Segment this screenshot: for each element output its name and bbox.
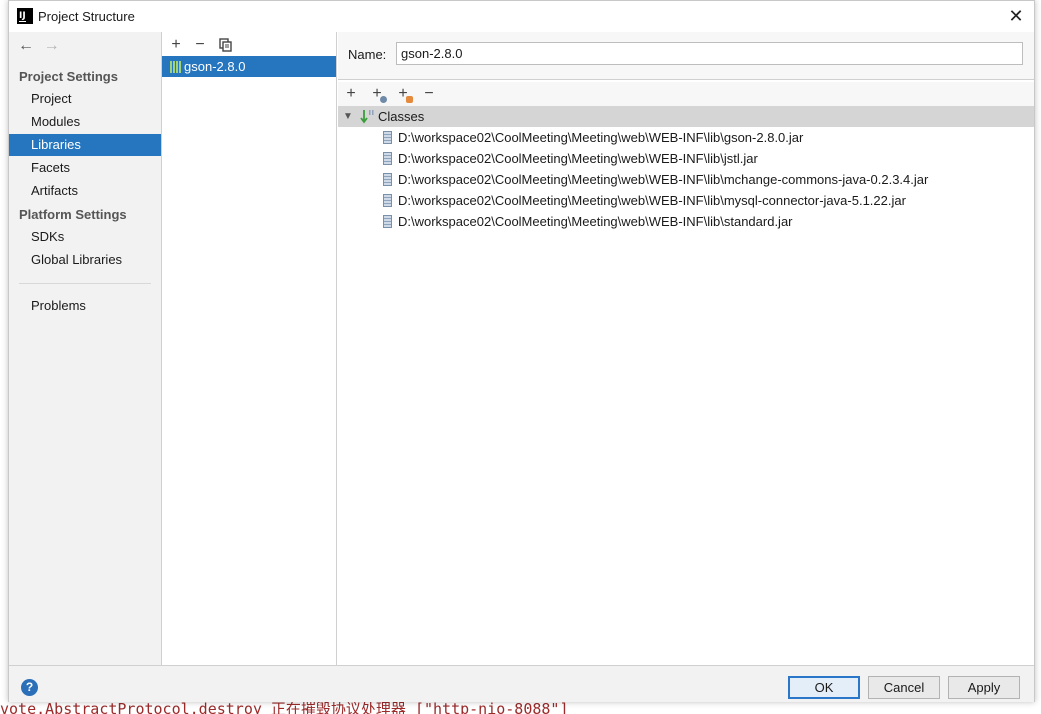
navigation-arrows: ← → <box>15 36 63 56</box>
sidebar-item-modules[interactable]: Modules <box>9 111 161 133</box>
settings-sidebar: ← → Project Settings Project Modules Lib… <box>9 32 162 665</box>
library-detail-panel: Name: + + + − ▼ <box>338 32 1034 665</box>
globe-badge-icon <box>380 96 387 103</box>
minus-icon: − <box>424 85 434 102</box>
sidebar-divider <box>19 283 151 284</box>
orange-badge-icon <box>406 96 413 103</box>
library-item-label: gson-2.8.0 <box>184 59 246 74</box>
cancel-button[interactable]: Cancel <box>868 676 940 699</box>
attach-jar-directories-button[interactable]: + <box>366 84 388 104</box>
name-row: Name: <box>338 32 1034 80</box>
sidebar-item-libraries[interactable]: Libraries <box>9 134 161 156</box>
background-console-line: vote.AbstractProtocol.destroy 正在摧毁协议处理器 … <box>0 702 1041 714</box>
sidebar-item-artifacts[interactable]: Artifacts <box>9 180 161 202</box>
title-bar: IJ Project Structure ✕ <box>9 1 1034 32</box>
plus-icon: + <box>346 85 356 102</box>
jar-file-icon <box>383 131 392 144</box>
jar-file-icon <box>383 194 392 207</box>
tree-root-label: Classes <box>378 109 425 124</box>
forward-arrow-icon[interactable]: → <box>41 36 63 56</box>
jar-row[interactable]: D:\workspace02\CoolMeeting\Meeting\web\W… <box>338 127 1034 148</box>
copy-library-button[interactable] <box>216 35 236 55</box>
chevron-down-icon[interactable]: ▼ <box>342 106 354 127</box>
remove-root-button[interactable]: − <box>418 84 440 104</box>
minus-icon: − <box>195 36 205 53</box>
help-button[interactable]: ? <box>21 679 38 696</box>
close-icon: ✕ <box>1008 6 1024 26</box>
classes-root-icon <box>360 110 374 124</box>
library-item-gson[interactable]: gson-2.8.0 <box>162 56 336 77</box>
jar-file-icon <box>383 152 392 165</box>
remove-library-button[interactable]: − <box>190 35 210 55</box>
background-console-text: vote.AbstractProtocol.destroy 正在摧毁协议处理器 … <box>0 702 569 714</box>
help-icon: ? <box>25 680 34 694</box>
sidebar-item-sdks[interactable]: SDKs <box>9 226 161 248</box>
add-library-button[interactable]: + <box>166 35 186 55</box>
apply-button[interactable]: Apply <box>948 676 1020 699</box>
project-structure-dialog: IJ Project Structure ✕ ← → Project Setti… <box>8 0 1035 702</box>
name-label: Name: <box>348 47 387 62</box>
ok-button[interactable]: OK <box>788 676 860 699</box>
back-arrow-icon[interactable]: ← <box>15 36 37 56</box>
sidebar-item-problems[interactable]: Problems <box>9 295 161 317</box>
attach-other-button[interactable]: + <box>392 84 414 104</box>
libraries-list-panel: + − gson-2.8.0 <box>162 32 337 665</box>
jar-file-icon <box>383 173 392 186</box>
jar-row[interactable]: D:\workspace02\CoolMeeting\Meeting\web\W… <box>338 211 1034 232</box>
classes-toolbar: + + + − <box>338 82 1034 106</box>
jar-path: D:\workspace02\CoolMeeting\Meeting\web\W… <box>398 151 758 166</box>
jar-row[interactable]: D:\workspace02\CoolMeeting\Meeting\web\W… <box>338 148 1034 169</box>
jar-row[interactable]: D:\workspace02\CoolMeeting\Meeting\web\W… <box>338 169 1034 190</box>
library-name-input[interactable] <box>396 42 1023 65</box>
intellij-app-icon: IJ <box>17 8 33 24</box>
jar-path: D:\workspace02\CoolMeeting\Meeting\web\W… <box>398 172 929 187</box>
jar-path: D:\workspace02\CoolMeeting\Meeting\web\W… <box>398 130 804 145</box>
project-settings-heading: Project Settings <box>19 69 118 84</box>
plus-icon: + <box>171 36 181 53</box>
sidebar-item-project[interactable]: Project <box>9 88 161 110</box>
dialog-button-bar: ? OK Cancel Apply <box>9 665 1034 702</box>
copy-icon <box>219 38 232 52</box>
close-button[interactable]: ✕ <box>1006 6 1026 26</box>
sidebar-item-facets[interactable]: Facets <box>9 157 161 179</box>
jar-path: D:\workspace02\CoolMeeting\Meeting\web\W… <box>398 193 906 208</box>
tree-root-classes[interactable]: ▼ Classes <box>338 106 1034 127</box>
background-editor-left-edge <box>0 0 8 714</box>
window-title: Project Structure <box>38 9 135 24</box>
library-icon <box>170 61 182 73</box>
jar-file-icon <box>383 215 392 228</box>
sidebar-item-global-libraries[interactable]: Global Libraries <box>9 249 161 271</box>
attach-classes-button[interactable]: + <box>340 84 362 104</box>
jar-row[interactable]: D:\workspace02\CoolMeeting\Meeting\web\W… <box>338 190 1034 211</box>
platform-settings-heading: Platform Settings <box>19 207 127 222</box>
jar-path: D:\workspace02\CoolMeeting\Meeting\web\W… <box>398 214 793 229</box>
